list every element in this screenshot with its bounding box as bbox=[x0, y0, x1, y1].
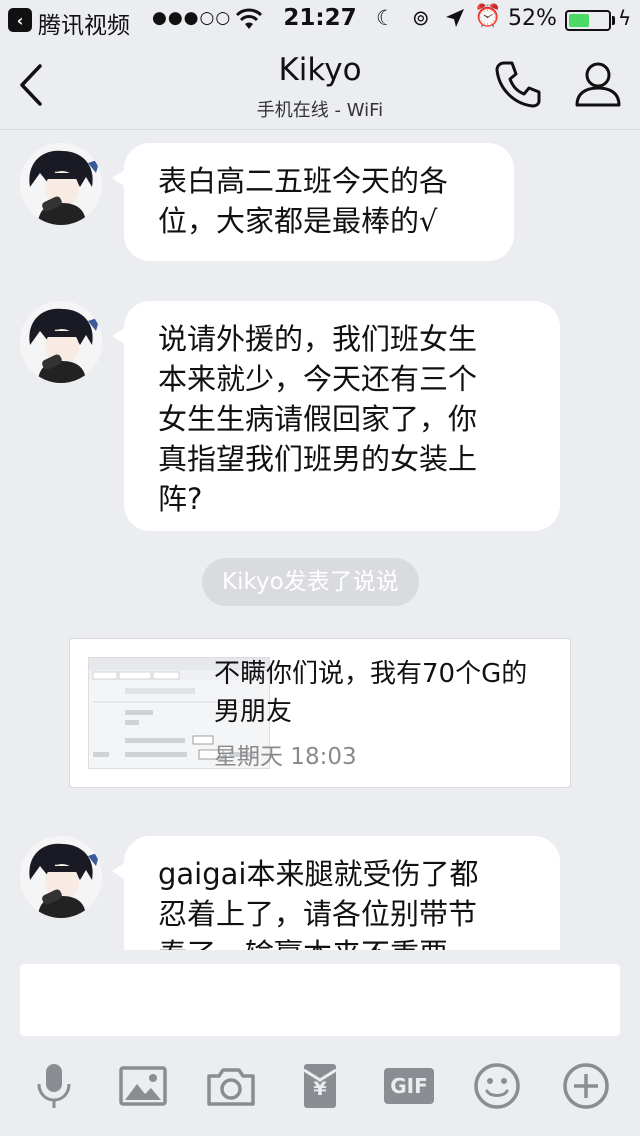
message-line: 阵? bbox=[158, 482, 203, 516]
avatar[interactable] bbox=[20, 301, 102, 383]
system-notice[interactable]: Kikyo发表了说说 bbox=[202, 558, 419, 606]
message-line: 真指望我们班男的女装上 bbox=[158, 442, 478, 476]
gif-icon[interactable]: GIF bbox=[383, 1060, 435, 1112]
input-bar bbox=[0, 950, 640, 1046]
battery-icon bbox=[565, 10, 611, 31]
battery-fill bbox=[569, 14, 589, 27]
contact-name: Kikyo bbox=[278, 52, 362, 88]
alarm-icon: ⏰ bbox=[474, 4, 502, 29]
chat-area[interactable]: 表白高二五班今天的各 位，大家都是最棒的√ 说请外援的，我们班女生 本来就少，今… bbox=[0, 131, 640, 950]
message-bubble[interactable]: gaigai本来腿就受伤了都 忍着上了，请各位别带节 奏了，输赢本来不重要 bbox=[112, 836, 560, 950]
message-line: gaigai本来腿就受伤了都 bbox=[158, 857, 479, 891]
avatar-image bbox=[20, 301, 102, 383]
charging-icon: ϟ bbox=[618, 6, 632, 30]
microphone-icon[interactable] bbox=[28, 1060, 80, 1112]
image-icon[interactable] bbox=[117, 1060, 169, 1112]
post-text: 不瞒你们说，我有70个G的 男朋友 bbox=[214, 655, 554, 731]
avatar-image bbox=[20, 143, 102, 225]
chat-header: Kikyo 手机在线 - WiFi bbox=[0, 40, 640, 130]
emoji-icon[interactable] bbox=[471, 1060, 523, 1112]
message-line: 本来就少，今天还有三个 bbox=[158, 362, 478, 396]
message-line: 说请外援的，我们班女生 bbox=[158, 322, 478, 356]
lock-rotation-icon: ⊚ bbox=[412, 6, 430, 30]
camera-icon[interactable] bbox=[205, 1060, 257, 1112]
post-card[interactable]: 不瞒你们说，我有70个G的 男朋友 星期天 18:03 bbox=[69, 638, 571, 788]
battery-percent: 52% bbox=[508, 6, 557, 31]
profile-icon[interactable] bbox=[572, 58, 624, 110]
post-time: 星期天 18:03 bbox=[214, 744, 357, 770]
moon-icon: ☾ bbox=[376, 6, 395, 30]
phone-icon[interactable] bbox=[492, 58, 544, 110]
message-bubble[interactable]: 说请外援的，我们班女生 本来就少，今天还有三个 女生生病请假回家了，你 真指望我… bbox=[112, 301, 560, 531]
post-line: 不瞒你们说，我有70个G的 bbox=[214, 659, 528, 689]
message-bubble[interactable]: 表白高二五班今天的各 位，大家都是最棒的√ bbox=[112, 143, 514, 261]
red-packet-icon[interactable]: ¥ bbox=[294, 1060, 346, 1112]
chat-toolbar: ¥ GIF bbox=[0, 1046, 640, 1136]
message-input[interactable] bbox=[20, 964, 620, 1036]
message-line: 忍着上了，请各位别带节 bbox=[158, 897, 478, 931]
post-line: 男朋友 bbox=[214, 697, 293, 727]
contact-status: 手机在线 - WiFi bbox=[256, 100, 384, 121]
message-line: 女生生病请假回家了，你 bbox=[158, 402, 478, 436]
gif-label: GIF bbox=[384, 1068, 434, 1104]
message-line: 表白高二五班今天的各 bbox=[158, 164, 449, 198]
avatar[interactable] bbox=[20, 836, 102, 918]
message-line: 奏了，输赢本来不重要 bbox=[158, 934, 530, 950]
plus-icon[interactable] bbox=[560, 1060, 612, 1112]
battery-cap bbox=[612, 16, 615, 25]
avatar[interactable] bbox=[20, 143, 102, 225]
location-icon bbox=[446, 9, 464, 27]
yuan-symbol: ¥ bbox=[313, 1078, 327, 1100]
status-bar: ‹ 腾讯视频 ●●●○○ 21:27 ☾ ⊚ ⏰ 52% ϟ bbox=[0, 0, 640, 40]
avatar-image bbox=[20, 836, 102, 918]
message-line: 位，大家都是最棒的√ bbox=[158, 204, 438, 238]
